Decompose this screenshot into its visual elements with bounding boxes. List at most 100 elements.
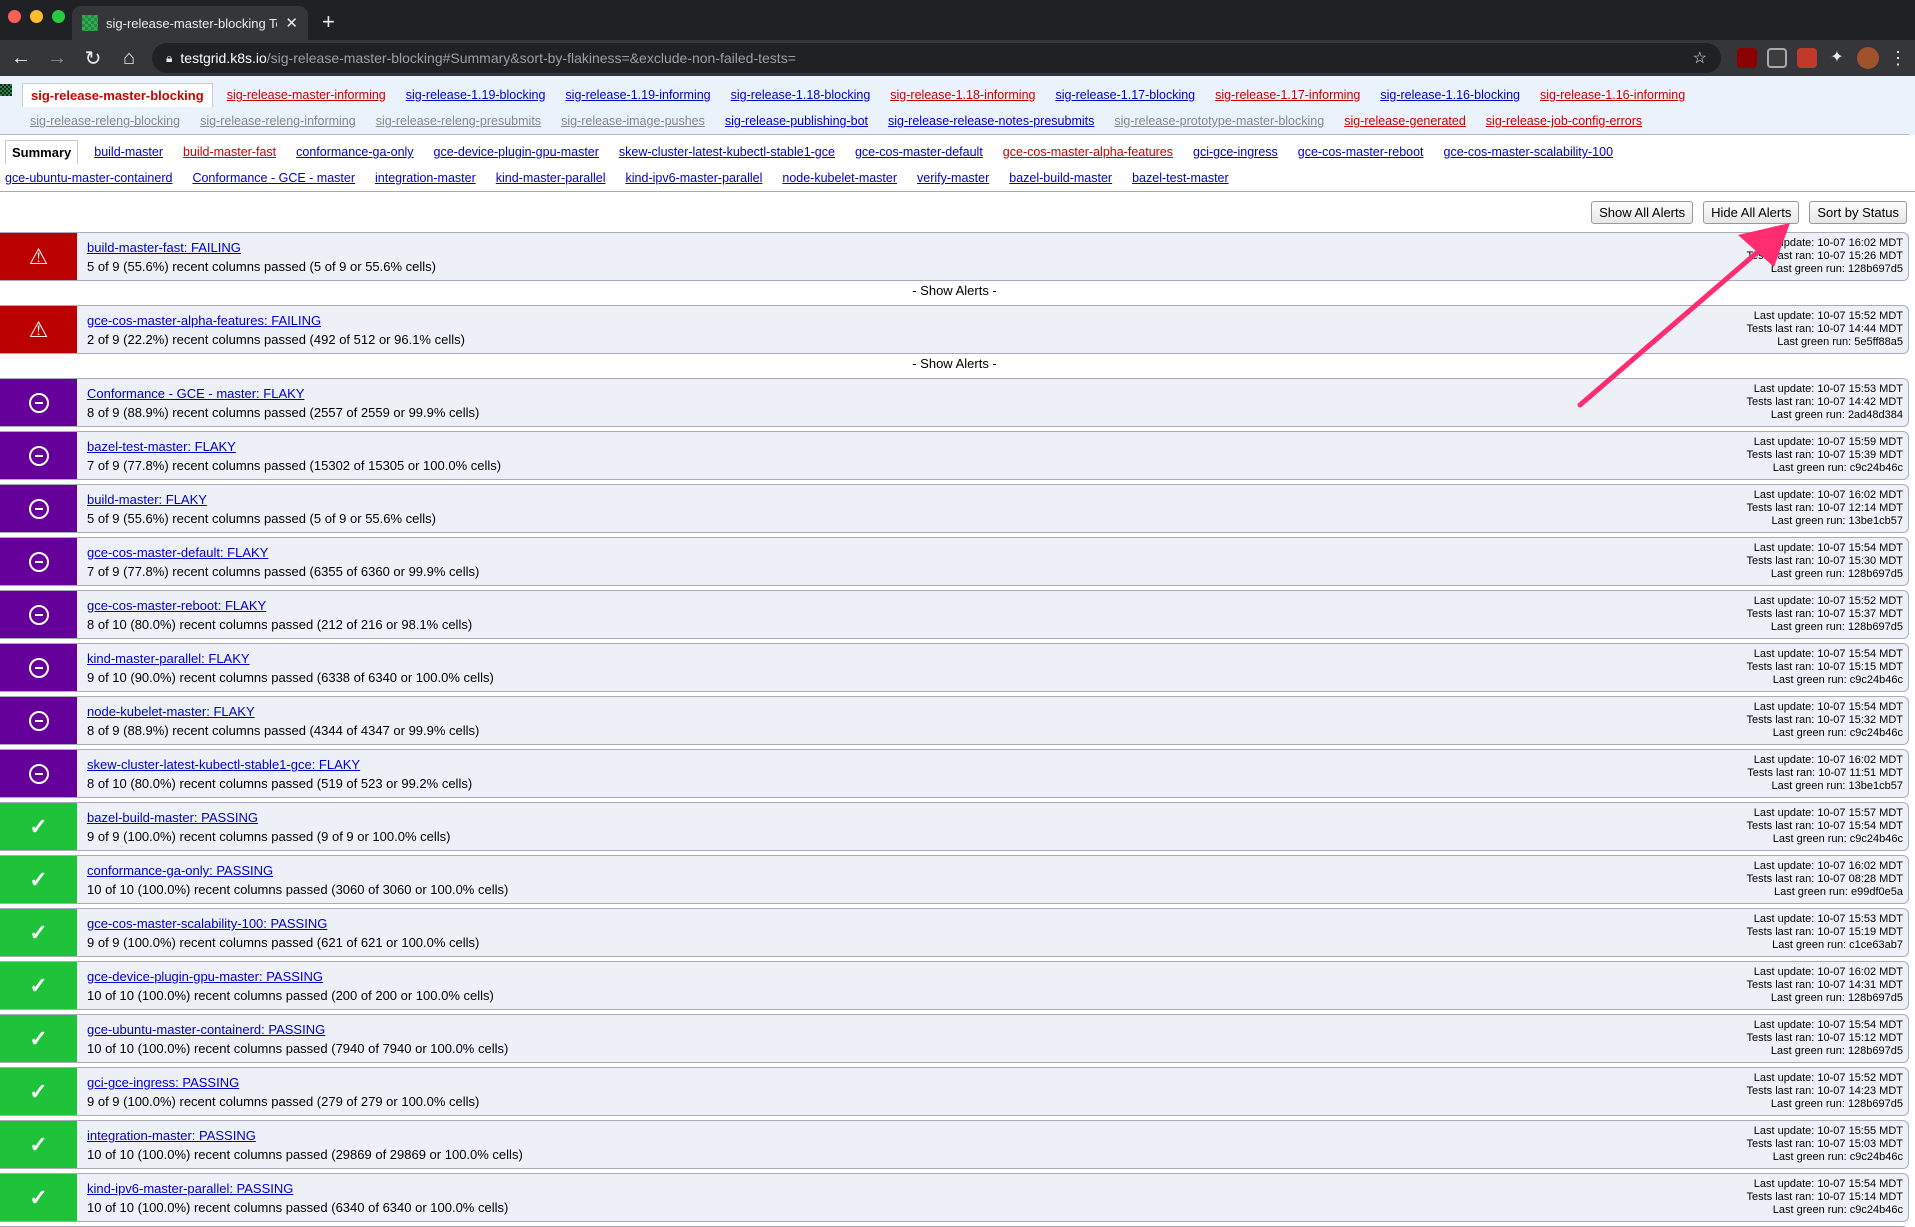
dashboard-group-link[interactable]: sig-release-prototype-master-blocking bbox=[1114, 114, 1324, 128]
dashboard-group-link[interactable]: sig-release-release-notes-presubmits bbox=[888, 114, 1094, 128]
status-cell bbox=[0, 538, 77, 585]
timestamp-line: Last green run: 13be1cb57 bbox=[1771, 780, 1904, 792]
dashboard-status-link[interactable]: integration-master: PASSING bbox=[87, 1126, 523, 1145]
dashboard-tab-link[interactable]: conformance-ga-only bbox=[296, 145, 413, 159]
summary-row: ✓ gce-device-plugin-gpu-master: PASSING 10… bbox=[0, 961, 1909, 1010]
dashboard-group-link[interactable]: sig-release-releng-blocking bbox=[30, 114, 180, 128]
close-window-button[interactable] bbox=[8, 10, 21, 23]
hide-all-alerts-button[interactable]: Hide All Alerts bbox=[1703, 200, 1800, 224]
minimize-window-button[interactable] bbox=[30, 10, 43, 23]
summary-list: ⚠ build-master-fast: FAILING 5 of 9 (55.6%… bbox=[0, 232, 1915, 1227]
dashboard-status-link[interactable]: kind-ipv6-master-parallel: PASSING bbox=[87, 1179, 508, 1198]
dashboard-tab-link[interactable]: Conformance - GCE - master bbox=[192, 171, 355, 185]
row-timestamps: Last update: 10-07 15:52 MDT Tests last r… bbox=[1746, 310, 1903, 349]
show-all-alerts-button[interactable]: Show All Alerts bbox=[1591, 200, 1694, 224]
dashboard-status-link[interactable]: conformance-ga-only: PASSING bbox=[87, 861, 508, 880]
dashboard-group-link[interactable]: sig-release-releng-presubmits bbox=[376, 114, 541, 128]
address-bar[interactable]: 🔒︎ testgrid.k8s.io/sig-release-master-bl… bbox=[152, 43, 1721, 73]
maximize-window-button[interactable] bbox=[52, 10, 65, 23]
dashboard-status-link[interactable]: gce-cos-master-reboot: FLAKY bbox=[87, 596, 472, 615]
dashboard-group-link[interactable]: sig-release-publishing-bot bbox=[725, 114, 868, 128]
ublock-extension-icon[interactable] bbox=[1737, 48, 1757, 68]
dashboard-tab-link[interactable]: gce-cos-master-scalability-100 bbox=[1444, 145, 1614, 159]
home-icon[interactable]: ⌂ bbox=[116, 47, 142, 70]
dashboard-group-link[interactable]: sig-release-master-informing bbox=[227, 88, 386, 102]
timestamp-line: Last update: 10-07 15:59 MDT bbox=[1753, 436, 1903, 448]
dashboard-status-link[interactable]: bazel-test-master: FLAKY bbox=[87, 437, 501, 456]
dashboard-group-link[interactable]: sig-release-1.16-blocking bbox=[1380, 88, 1520, 102]
dashboard-status-link[interactable]: build-master: FLAKY bbox=[87, 490, 436, 509]
dashboard-tab-link[interactable]: skew-cluster-latest-kubectl-stable1-gce bbox=[619, 145, 835, 159]
dashboard-tab-link[interactable]: gci-gce-ingress bbox=[1193, 145, 1278, 159]
dashboard-group-link[interactable]: sig-release-job-config-errors bbox=[1486, 114, 1642, 128]
summary-row: ✓ conformance-ga-only: PASSING 10 of 10 (1… bbox=[0, 855, 1909, 904]
row-summary-text: 8 of 9 (88.9%) recent columns passed (43… bbox=[87, 723, 480, 738]
dashboard-status-link[interactable]: gce-ubuntu-master-containerd: PASSING bbox=[87, 1020, 508, 1039]
row-timestamps: Last update: 10-07 15:57 MDT Tests last r… bbox=[1746, 807, 1903, 846]
dashboard-tab-link[interactable]: build-master-fast bbox=[183, 145, 276, 159]
dashboard-group-link[interactable]: sig-release-releng-informing bbox=[200, 114, 356, 128]
dashboard-tab-link[interactable]: gce-cos-master-alpha-features bbox=[1003, 145, 1173, 159]
dashboard-status-link[interactable]: skew-cluster-latest-kubectl-stable1-gce:… bbox=[87, 755, 472, 774]
dashboard-status-link[interactable]: gce-cos-master-scalability-100: PASSING bbox=[87, 914, 479, 933]
testgrid-logo-icon bbox=[0, 84, 12, 96]
timestamp-line: Last update: 10-07 16:02 MDT bbox=[1753, 237, 1903, 249]
browser-menu-icon[interactable]: ⋮ bbox=[1889, 48, 1907, 69]
sort-by-status-button[interactable]: Sort by Status bbox=[1809, 200, 1907, 224]
extensions-puzzle-icon[interactable]: ✦ bbox=[1827, 48, 1847, 68]
dashboard-group-link[interactable]: sig-release-1.19-blocking bbox=[406, 88, 546, 102]
dashboard-status-link[interactable]: node-kubelet-master: FLAKY bbox=[87, 702, 479, 721]
dashboard-group-link[interactable]: sig-release-1.16-informing bbox=[1540, 88, 1685, 102]
dashboard-tab-link[interactable]: gce-ubuntu-master-containerd bbox=[5, 171, 172, 185]
dashboard-tab-link[interactable]: kind-ipv6-master-parallel bbox=[626, 171, 763, 185]
show-alerts-toggle[interactable]: - Show Alerts - bbox=[0, 354, 1909, 374]
dashboard-status-link[interactable]: build-master-fast: FAILING bbox=[87, 238, 436, 257]
check-icon: ✓ bbox=[29, 1131, 48, 1157]
dashboard-tab-link[interactable]: kind-master-parallel bbox=[496, 171, 606, 185]
dashboard-group-link[interactable]: sig-release-1.18-blocking bbox=[731, 88, 871, 102]
dashboard-status-link[interactable]: gce-device-plugin-gpu-master: PASSING bbox=[87, 967, 494, 986]
dashboard-tab-link[interactable]: integration-master bbox=[375, 171, 476, 185]
dashboard-status-link[interactable]: gci-gce-ingress: PASSING bbox=[87, 1073, 479, 1092]
lastpass-extension-icon[interactable] bbox=[1797, 48, 1817, 68]
profile-avatar[interactable] bbox=[1857, 47, 1879, 69]
dashboard-tab-link[interactable]: node-kubelet-master bbox=[782, 171, 897, 185]
forward-icon[interactable]: → bbox=[44, 47, 70, 70]
pocket-extension-icon[interactable] bbox=[1767, 48, 1787, 68]
row-timestamps: Last update: 10-07 16:02 MDT Tests last r… bbox=[1747, 754, 1903, 793]
dashboard-status-link[interactable]: Conformance - GCE - master: FLAKY bbox=[87, 384, 479, 403]
new-tab-icon[interactable]: + bbox=[322, 9, 335, 35]
tab-summary[interactable]: Summary bbox=[5, 140, 79, 164]
reload-icon[interactable]: ↻ bbox=[80, 46, 106, 71]
dashboard-status-link[interactable]: gce-cos-master-default: FLAKY bbox=[87, 543, 479, 562]
dashboard-tab-link[interactable]: gce-device-plugin-gpu-master bbox=[434, 145, 599, 159]
status-cell: ✓ bbox=[0, 1068, 77, 1115]
dashboard-group-link[interactable]: sig-release-image-pushes bbox=[561, 114, 705, 128]
dashboard-group-link[interactable]: sig-release-master-blocking bbox=[22, 83, 213, 107]
timestamp-line: Last green run: c9c24b46c bbox=[1772, 727, 1903, 739]
dashboard-group-link[interactable]: sig-release-generated bbox=[1344, 114, 1466, 128]
dashboard-group-link[interactable]: sig-release-1.17-informing bbox=[1215, 88, 1360, 102]
status-cell bbox=[0, 644, 77, 691]
browser-tab[interactable]: sig-release-master-blocking Te ✕ bbox=[72, 6, 308, 40]
dashboard-tab-link[interactable]: bazel-build-master bbox=[1009, 171, 1112, 185]
dashboard-tab-link[interactable]: gce-cos-master-reboot bbox=[1298, 145, 1424, 159]
timestamp-line: Last green run: e99df0e5a bbox=[1773, 886, 1903, 898]
dashboard-tab-link[interactable]: build-master bbox=[94, 145, 163, 159]
dashboard-tab-link[interactable]: bazel-test-master bbox=[1132, 171, 1229, 185]
bookmark-star-icon[interactable]: ☆ bbox=[1693, 48, 1707, 68]
close-tab-icon[interactable]: ✕ bbox=[285, 14, 298, 32]
back-icon[interactable]: ← bbox=[8, 47, 34, 70]
row-timestamps: Last update: 10-07 16:02 MDT Tests last r… bbox=[1746, 966, 1903, 1005]
row-info: gce-cos-master-alpha-features: FAILING 2 … bbox=[77, 306, 465, 353]
row-summary-text: 7 of 9 (77.8%) recent columns passed (15… bbox=[87, 458, 502, 473]
dashboard-group-link[interactable]: sig-release-1.19-informing bbox=[565, 88, 710, 102]
dashboard-group-link[interactable]: sig-release-1.17-blocking bbox=[1055, 88, 1195, 102]
dashboard-tab-link[interactable]: verify-master bbox=[917, 171, 989, 185]
dashboard-tab-link[interactable]: gce-cos-master-default bbox=[855, 145, 983, 159]
dashboard-status-link[interactable]: kind-master-parallel: FLAKY bbox=[87, 649, 494, 668]
dashboard-status-link[interactable]: bazel-build-master: PASSING bbox=[87, 808, 450, 827]
show-alerts-toggle[interactable]: - Show Alerts - bbox=[0, 281, 1909, 301]
dashboard-group-link[interactable]: sig-release-1.18-informing bbox=[890, 88, 1035, 102]
dashboard-status-link[interactable]: gce-cos-master-alpha-features: FAILING bbox=[87, 311, 465, 330]
